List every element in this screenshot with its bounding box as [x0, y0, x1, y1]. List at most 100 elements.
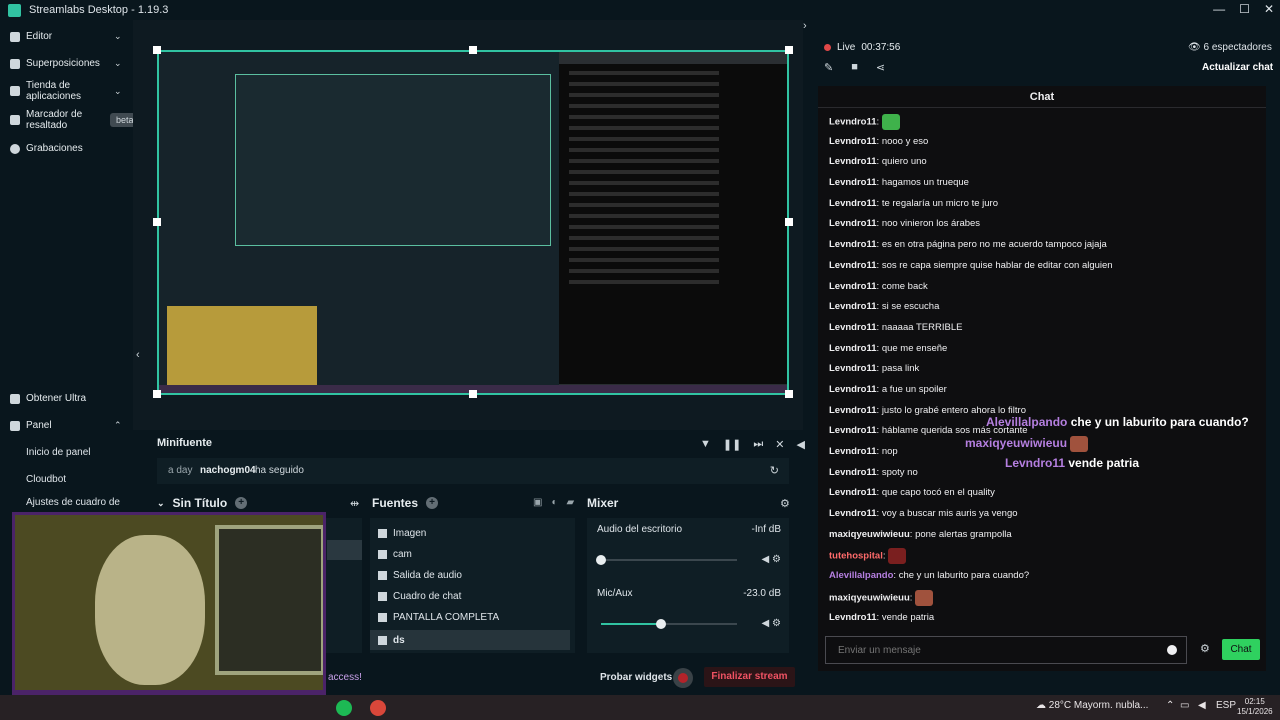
sidebar-subitem-dashboard-home[interactable]: Inicio de panel [26, 447, 91, 458]
send-chat-button[interactable]: Chat [1222, 639, 1260, 660]
resize-handle[interactable] [153, 46, 161, 54]
network-icon[interactable]: ▭ [1180, 700, 1189, 711]
chat-username[interactable]: Levndro11 [829, 508, 877, 519]
spotify-icon[interactable] [336, 700, 352, 716]
chat-username[interactable]: Levndro11 [829, 156, 877, 167]
sidebar-item-highlighter[interactable]: Marcador de resaltado beta [10, 109, 140, 131]
emoji-icon[interactable] [1167, 645, 1177, 655]
gear-icon[interactable]: ⚙ [772, 618, 781, 629]
share-icon[interactable]: ⋖ [876, 61, 885, 74]
chat-settings-icon[interactable]: ⚙ [1200, 642, 1210, 655]
chat-username[interactable]: Levndro11 [829, 612, 877, 623]
sidebar-item-editor[interactable]: Editor ⌄ [10, 31, 122, 42]
source-item-chatbox[interactable]: Cuadro de chat [378, 591, 461, 602]
chat-username[interactable]: Levndro11 [829, 405, 877, 416]
chevron-down-icon[interactable]: ⌄ [157, 498, 165, 509]
chat-username[interactable]: Levndro11 [829, 260, 877, 271]
speaker-icon[interactable]: ◀ [762, 554, 770, 565]
sidebar-item-recordings[interactable]: Grabaciones [10, 143, 83, 154]
filter-icon[interactable]: ▼ [700, 438, 711, 451]
live-label: Live [837, 42, 856, 53]
skip-icon[interactable]: ⏭ [753, 438, 763, 451]
resize-handle[interactable] [469, 390, 477, 398]
chrome-icon[interactable] [370, 700, 386, 716]
resize-handle[interactable] [153, 390, 161, 398]
weather-widget[interactable]: ☁ 28°C Mayorm. nubla... [1036, 700, 1148, 711]
chat-username[interactable]: Levndro11 [829, 218, 877, 229]
chat-username[interactable]: Levndro11 [829, 343, 877, 354]
refresh-chat-button[interactable]: Actualizar chat [1202, 62, 1273, 73]
gear-icon[interactable]: ⚙ [772, 554, 781, 565]
chat-username[interactable]: Levndro11 [829, 177, 877, 188]
chat-username[interactable]: Levndro11 [829, 136, 877, 147]
source-item-fullscreen[interactable]: PANTALLA COMPLETA [378, 612, 499, 623]
chat-username[interactable]: Levndro11 [829, 281, 877, 292]
collapse-right-icon[interactable]: › [803, 20, 807, 32]
chat-username[interactable]: maxiqyeuwiwieuu [829, 592, 910, 603]
resize-handle[interactable] [469, 46, 477, 54]
chat-username[interactable]: Levndro11 [829, 198, 877, 209]
scene-preview-canvas[interactable] [157, 50, 789, 395]
sidebar-item-overlays[interactable]: Superposiciones ⌄ [10, 58, 122, 69]
replay-icon[interactable]: ↻ [770, 464, 779, 477]
source-item-image[interactable]: Imagen [378, 528, 426, 539]
resize-handle[interactable] [785, 218, 793, 226]
collapse-left-icon[interactable]: ‹ [136, 349, 140, 361]
chat-text: nop [881, 446, 898, 457]
add-source-icon[interactable]: + [426, 497, 439, 509]
source-settings-icon[interactable]: ▣ [533, 497, 542, 508]
chat-username[interactable]: Levndro11 [829, 363, 877, 374]
chat-username[interactable]: Levndro11 [829, 239, 877, 250]
desktop-audio-slider[interactable] [596, 555, 737, 565]
chat-username[interactable]: tutehospital [829, 551, 883, 562]
language-indicator[interactable]: ESP [1216, 700, 1236, 711]
chat-input[interactable] [825, 636, 1187, 664]
chat-username[interactable]: Levndro11 [829, 446, 877, 457]
chat-username[interactable]: Levndro11 [829, 301, 877, 312]
mic-aux-slider[interactable] [601, 619, 737, 629]
resize-handle[interactable] [785, 390, 793, 398]
sidebar-subitem-cloudbot[interactable]: Cloudbot [26, 474, 66, 485]
chat-username[interactable]: Alevillalpando [829, 570, 893, 581]
source-item-cam[interactable]: cam [378, 549, 412, 560]
volume-icon[interactable]: ◀ [796, 438, 804, 451]
desktop-audio-knob[interactable] [596, 555, 606, 565]
speaker-icon[interactable]: ◀ [762, 618, 770, 629]
scene-collection-title[interactable]: Sin Título [173, 496, 228, 510]
source-item-ds[interactable]: ds [370, 630, 570, 650]
sidebar-item-app-store[interactable]: Tienda de aplicaciones ⌄ [10, 80, 130, 102]
maximize-button[interactable]: ☐ [1239, 2, 1250, 16]
pause-icon[interactable]: ❚❚ [723, 438, 741, 451]
chat-username[interactable]: maxiqyeuwiwieuu [829, 529, 910, 540]
sidebar-item-ultra[interactable]: Obtener Ultra [10, 393, 86, 404]
edit-icon[interactable]: ✎ [824, 61, 833, 74]
chat-username[interactable]: Levndro11 [829, 322, 877, 333]
resize-handle[interactable] [785, 46, 793, 54]
end-stream-button[interactable]: Finalizar stream [704, 667, 795, 687]
volume-icon[interactable]: ◀ [1198, 700, 1206, 711]
mute-alerts-icon[interactable]: ✕ [775, 438, 784, 451]
mixer-settings-icon[interactable]: ⚙ [780, 497, 790, 510]
chat-username[interactable]: Levndro11 [829, 384, 877, 395]
system-clock[interactable]: 02:15 15/1/2026 [1237, 697, 1273, 717]
add-scene-icon[interactable]: + [235, 497, 248, 509]
mic-aux-knob[interactable] [655, 619, 666, 629]
chat-username[interactable]: Levndro11 [829, 467, 877, 478]
source-group-icon[interactable]: ◐ [551, 497, 557, 508]
source-item-audio-output[interactable]: Salida de audio [378, 570, 462, 581]
tray-chevron-icon[interactable]: ⌃ [1166, 700, 1174, 711]
sidebar-subitem-settings[interactable]: Ajustes de cuadro de [26, 497, 120, 508]
close-button[interactable]: ✕ [1264, 2, 1274, 16]
test-widgets-button[interactable]: Probar widgets [600, 672, 672, 683]
chat-username[interactable]: Levndro11 [829, 117, 877, 128]
record-button[interactable] [673, 668, 693, 688]
sidebar-item-panel[interactable]: Panel ⌃ [10, 420, 122, 431]
video-icon[interactable]: ■ [851, 61, 858, 74]
chat-username[interactable]: Levndro11 [829, 425, 877, 436]
resize-handle[interactable] [153, 218, 161, 226]
scene-transition-icon[interactable]: ⇹ [350, 497, 359, 510]
source-folder-icon[interactable]: ▰ [567, 497, 575, 508]
selected-scene[interactable] [327, 540, 362, 560]
minimize-button[interactable]: — [1213, 2, 1225, 16]
chat-username[interactable]: Levndro11 [829, 487, 877, 498]
